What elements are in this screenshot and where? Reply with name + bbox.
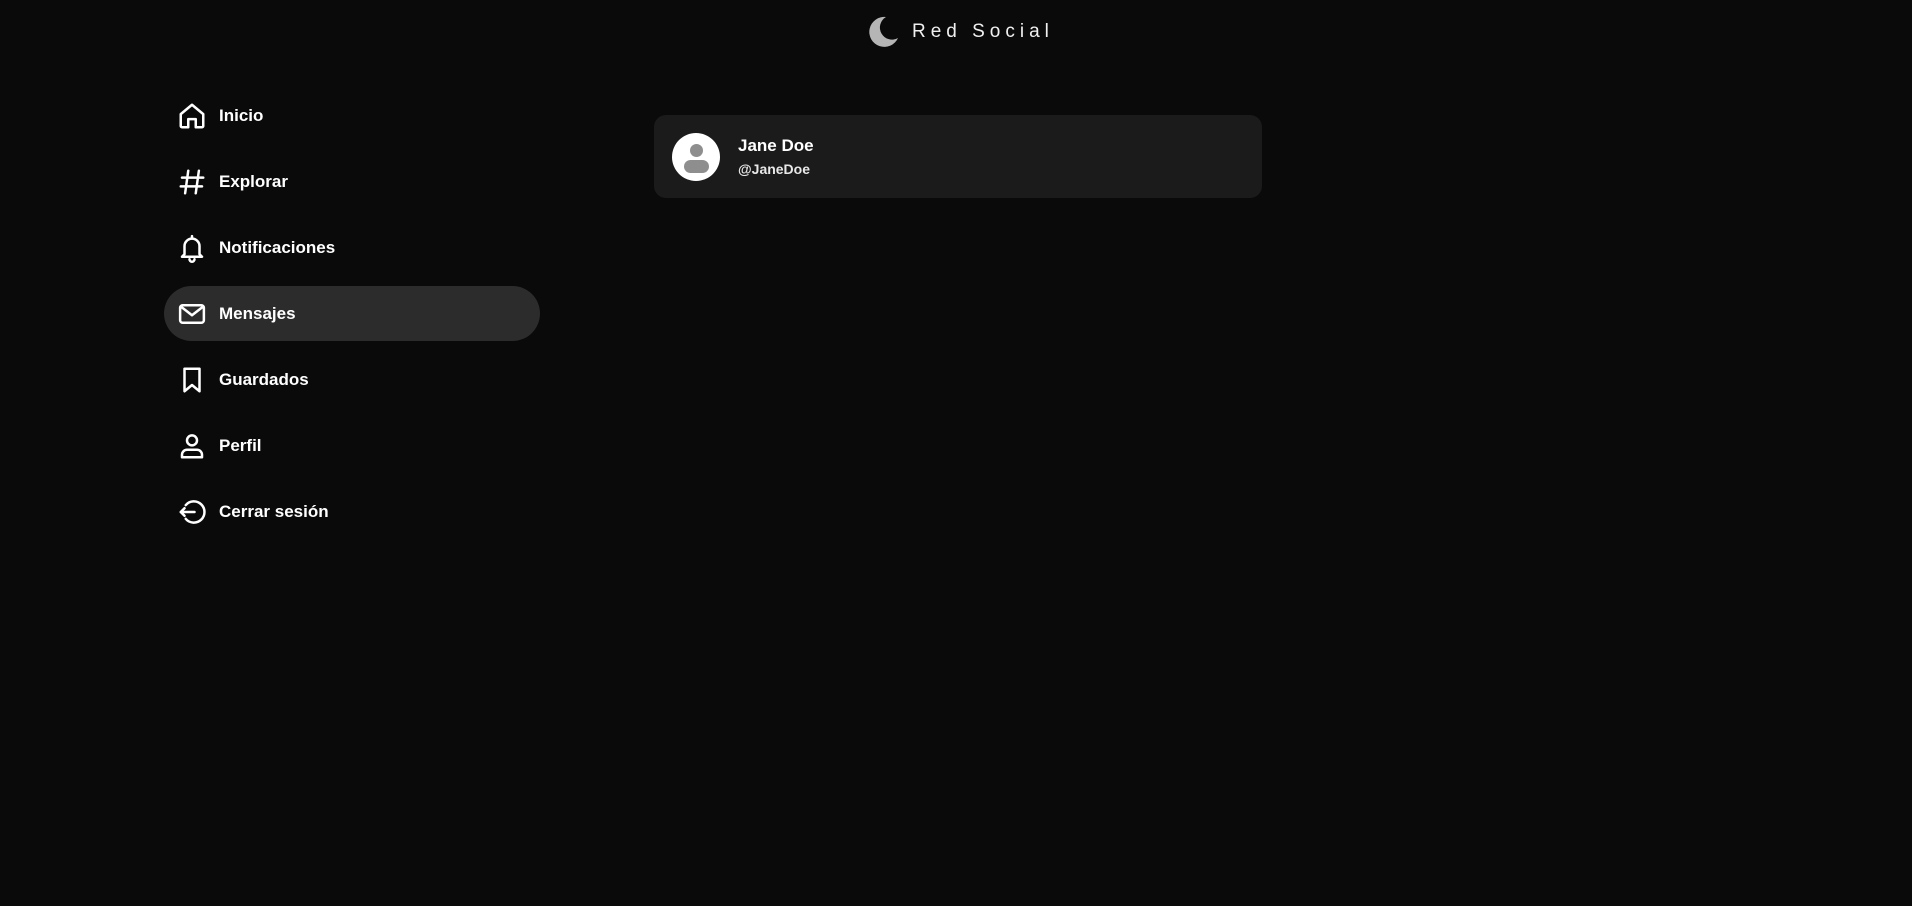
home-icon [177, 101, 207, 131]
user-icon [177, 431, 207, 461]
sidebar-item-perfil[interactable]: Perfil [164, 418, 540, 473]
top-bar: Red Social [0, 0, 1912, 62]
sidebar-item-explorar[interactable]: Explorar [164, 154, 540, 209]
sidebar-item-notificaciones[interactable]: Notificaciones [164, 220, 540, 275]
sidebar-item-inicio[interactable]: Inicio [164, 88, 540, 143]
bookmark-icon [177, 365, 207, 395]
messages-panel: Jane Doe @JaneDoe [654, 115, 1262, 198]
bell-icon [177, 233, 207, 263]
sidebar-item-label: Perfil [219, 435, 262, 455]
app-title: Red Social [912, 21, 1054, 42]
sidebar-item-mensajes[interactable]: Mensajes [164, 286, 540, 341]
conversation-text: Jane Doe @JaneDoe [738, 136, 814, 177]
sidebar-nav: Inicio Explorar Notificaciones Mensajes … [164, 88, 540, 550]
sidebar-item-label: Mensajes [219, 303, 296, 323]
sidebar-item-label: Explorar [219, 171, 288, 191]
sidebar-item-guardados[interactable]: Guardados [164, 352, 540, 407]
default-avatar-icon [672, 132, 720, 181]
sidebar-item-label: Cerrar sesión [219, 501, 329, 521]
logout-icon [177, 497, 207, 527]
sidebar-item-label: Guardados [219, 369, 309, 389]
contact-name: Jane Doe [738, 136, 814, 155]
mail-icon [177, 299, 207, 329]
conversation-item[interactable]: Jane Doe @JaneDoe [654, 115, 1262, 198]
sidebar-item-cerrar-sesion[interactable]: Cerrar sesión [164, 484, 540, 539]
moon-icon [869, 16, 898, 47]
contact-handle: @JaneDoe [738, 161, 811, 177]
brand[interactable]: Red Social [864, 14, 1054, 50]
hashtag-icon [177, 167, 207, 197]
sidebar-item-label: Notificaciones [219, 237, 336, 257]
sidebar-item-label: Inicio [219, 105, 264, 125]
